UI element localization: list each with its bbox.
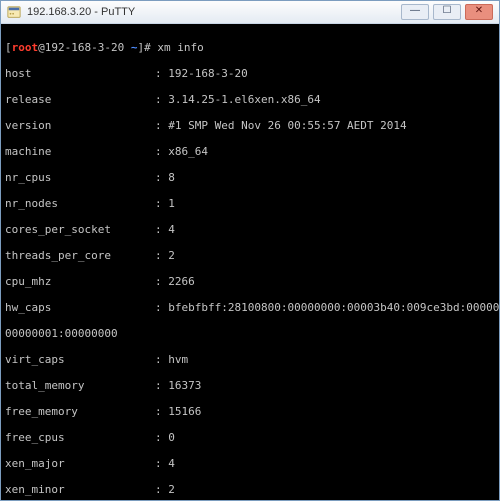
kv-machine: machine: x86_64 xyxy=(5,145,497,158)
close-button[interactable]: ✕ xyxy=(465,4,493,20)
putty-icon xyxy=(7,5,21,19)
kv-total-memory: total_memory: 16373 xyxy=(5,379,497,392)
window-title: 192.168.3.20 - PuTTY xyxy=(27,6,135,18)
maximize-button[interactable]: ☐ xyxy=(433,4,461,20)
putty-window: 192.168.3.20 - PuTTY — ☐ ✕ [root@192-168… xyxy=(0,0,500,501)
kv-nr-nodes: nr_nodes: 1 xyxy=(5,197,497,210)
kv-virt-caps: virt_caps: hvm xyxy=(5,353,497,366)
minimize-button[interactable]: — xyxy=(401,4,429,20)
kv-host: host: 192-168-3-20 xyxy=(5,67,497,80)
kv-release: release: 3.14.25-1.el6xen.x86_64 xyxy=(5,93,497,106)
kv-free-cpus: free_cpus: 0 xyxy=(5,431,497,444)
kv-hw-caps-2: 00000001:00000000 xyxy=(5,327,497,340)
prompt-line-1: [root@192-168-3-20 ~]# xm info xyxy=(5,41,497,54)
cmd-xm-info: xm info xyxy=(157,41,203,54)
terminal[interactable]: [root@192-168-3-20 ~]# xm info host: 192… xyxy=(1,24,499,500)
kv-xen-major: xen_major: 4 xyxy=(5,457,497,470)
kv-hw-caps: hw_caps: bfebfbff:28100800:00000000:0000… xyxy=(5,301,497,314)
kv-xen-minor: xen_minor: 2 xyxy=(5,483,497,496)
kv-cpu-mhz: cpu_mhz: 2266 xyxy=(5,275,497,288)
kv-threads-per-core: threads_per_core: 2 xyxy=(5,249,497,262)
kv-free-memory: free_memory: 15166 xyxy=(5,405,497,418)
titlebar[interactable]: 192.168.3.20 - PuTTY — ☐ ✕ xyxy=(1,1,499,24)
kv-version: version: #1 SMP Wed Nov 26 00:55:57 AEDT… xyxy=(5,119,497,132)
kv-cores-per-socket: cores_per_socket: 4 xyxy=(5,223,497,236)
kv-nr-cpus: nr_cpus: 8 xyxy=(5,171,497,184)
